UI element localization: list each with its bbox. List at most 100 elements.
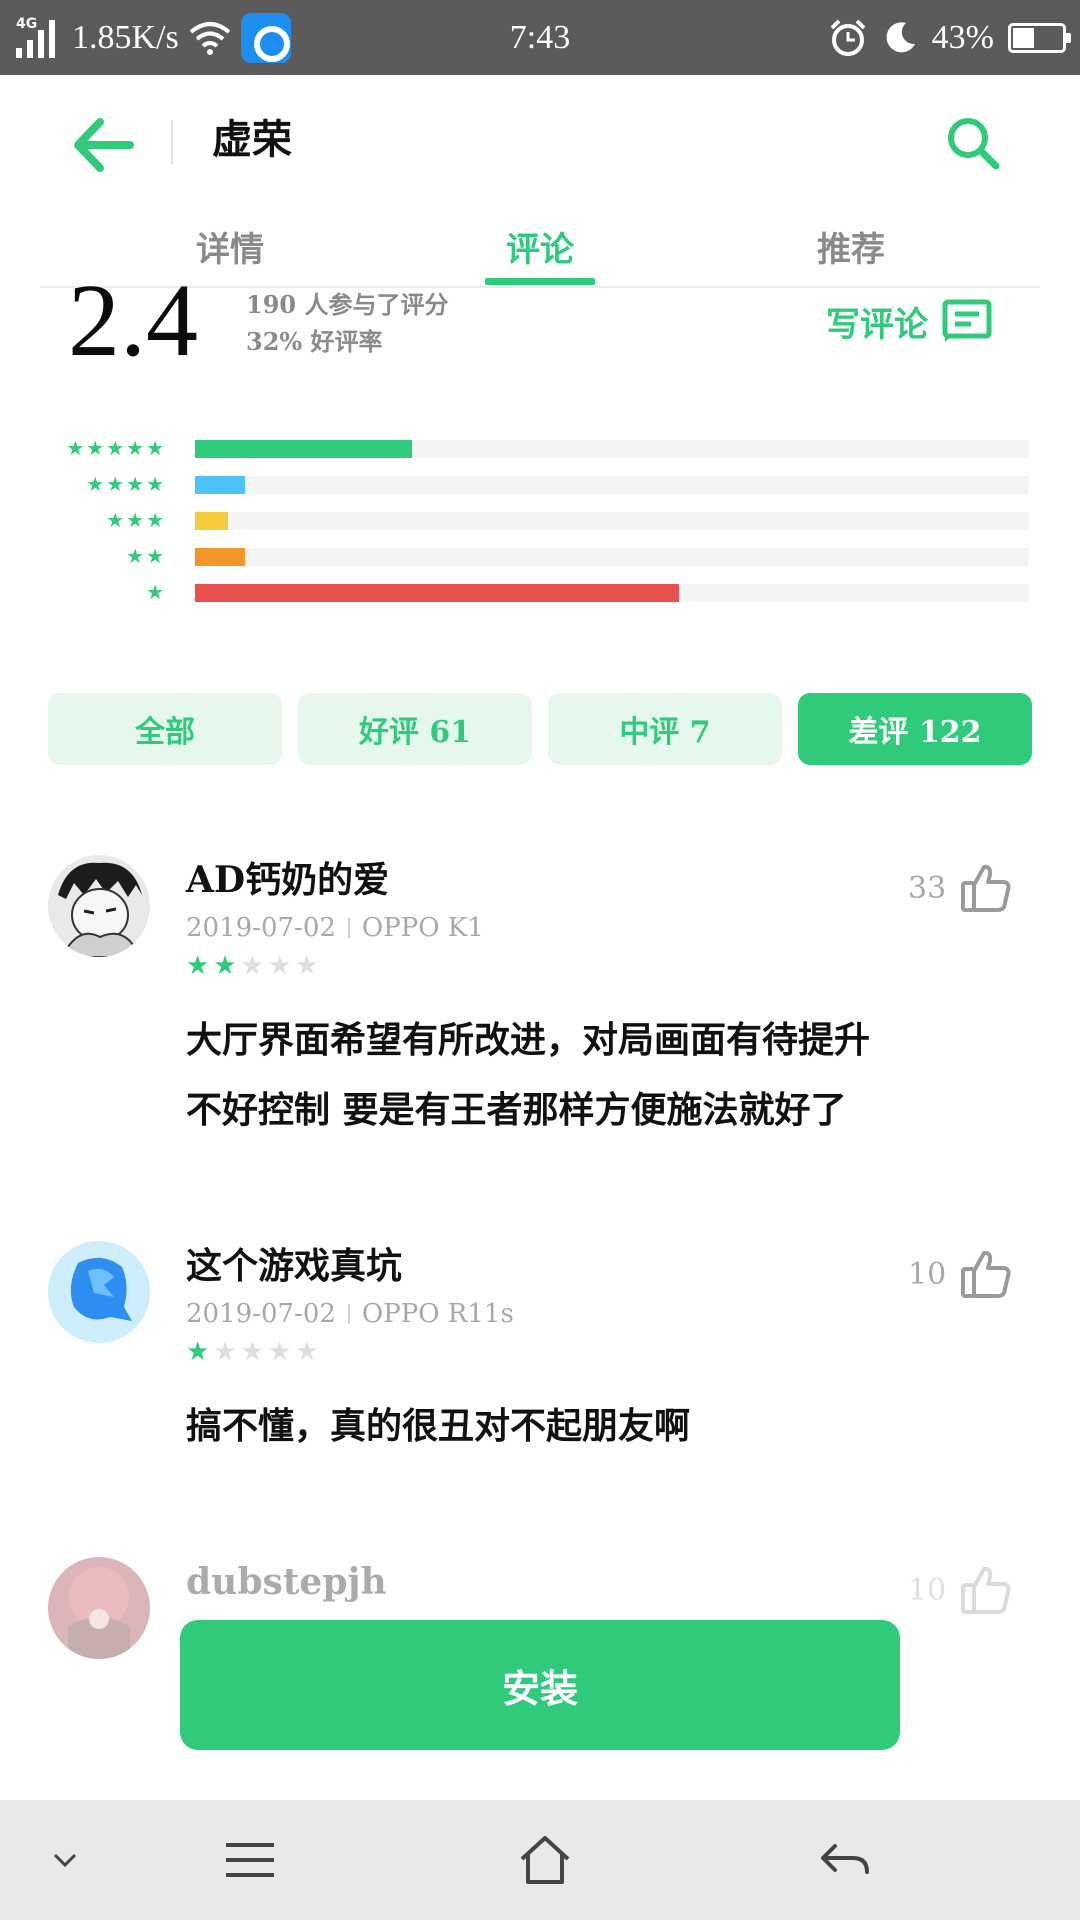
star-empty-icon: ★ [295,1337,323,1367]
star-empty-icon: ★ [240,951,268,981]
review-stars: ★★★★★ [186,1337,323,1367]
review-text-line: 搞不懂，真的很丑对不起朋友啊 [186,1405,691,1447]
distribution-row-4-star: ★★★★ [0,472,1080,498]
star-filled-icon: ★ [186,1337,214,1367]
filter-positive[interactable]: 好评 61 [298,693,532,765]
star-icons: ★★★★★ [66,436,166,460]
star-icons: ★★★ [106,508,166,532]
star-empty-icon: ★ [267,951,296,981]
like-button[interactable]: 10 [908,1249,1012,1299]
review-text-line: 不好控制 要是有王者那样方便施法就好了 [186,1089,847,1131]
nav-home-button[interactable] [500,1800,590,1920]
reviewer-name: dubstepjh [186,1561,387,1603]
star-empty-icon: ★ [267,1337,296,1367]
star-filled-icon: ★ [213,951,241,981]
rating-score: 2.4 [68,263,198,378]
thumbs-up-icon [961,1566,1011,1614]
distribution-bar [195,512,228,530]
filter-negative[interactable]: 差评 122 [798,693,1032,765]
header-divider [171,120,173,164]
thumbs-up-icon [961,864,1011,912]
distribution-bar [195,548,245,566]
rating-participants: 190 人参与了评分 [246,290,449,319]
review-text-line: 大厅界面希望有所改进，对局画面有待提升 [186,1019,871,1061]
page-title: 虚荣 [212,116,292,163]
battery-level [1013,28,1034,48]
nav-menu-button[interactable] [210,1800,290,1920]
install-button[interactable]: 安装 [180,1620,900,1750]
like-button[interactable]: 10 [908,1565,1012,1615]
back-icon [821,1844,869,1874]
tab-recommend[interactable]: 推荐 [781,205,921,287]
review-meta: 2019-07-02 OPPO K1 [186,913,484,943]
rating-positive-rate: 32% 好评率 [246,327,383,356]
back-button[interactable] [70,112,140,178]
review-meta: 2019-07-02 OPPO R11s [186,1299,514,1329]
star-empty-icon: ★ [295,951,323,981]
chip-label: 中评 7 [619,715,711,750]
reviewer-name: AD钙奶的爱 [186,859,390,901]
avatar[interactable] [48,1557,150,1659]
chevron-down-icon [53,1853,77,1868]
search-icon[interactable] [945,115,1001,171]
distribution-row-1-star: ★ [0,580,1080,606]
review-device: OPPO R11s [361,1299,514,1329]
tab-label: 评论 [506,229,574,270]
tab-label: 推荐 [817,229,885,270]
distribution-row-3-star: ★★★ [0,508,1080,534]
review-device: OPPO K1 [361,913,484,943]
meta-separator [347,918,350,938]
chip-label: 差评 122 [848,715,982,750]
like-count: 10 [908,1572,947,1608]
write-review-button[interactable]: 写评论 [826,296,992,346]
star-empty-icon: ★ [213,1337,241,1367]
distribution-track [195,476,1029,494]
meta-separator [347,1304,350,1324]
filter-all[interactable]: 全部 [48,693,282,765]
tab-reviews[interactable]: 评论 [470,205,610,287]
review-stars: ★★★★★ [186,951,323,981]
comment-icon [942,299,992,342]
tab-indicator [485,278,595,285]
distribution-bar [195,440,412,458]
tab-label: 详情 [196,229,264,270]
nav-collapse-button[interactable] [30,1800,100,1920]
star-empty-icon: ★ [240,1337,268,1367]
chip-label: 全部 [135,715,195,750]
star-icons: ★★★★ [86,472,166,496]
review-item: AD钙奶的爱 2019-07-02 OPPO K1 ★★★★★ 33 大厅界面希… [0,855,1080,1155]
avatar[interactable] [48,1241,150,1343]
distribution-track [195,548,1029,566]
like-count: 10 [908,1256,947,1292]
write-review-label: 写评论 [826,304,928,345]
home-icon [520,1836,570,1884]
distribution-track [195,584,1029,602]
star-icons: ★ [146,580,166,604]
status-bar-right: 43% [828,14,1071,62]
battery-icon [1008,23,1071,53]
alarm-icon [830,19,866,56]
like-button[interactable]: 33 [908,863,1012,913]
system-nav-bar [0,1800,1080,1920]
distribution-row-5-star: ★★★★★ [0,436,1080,462]
app-header: 虚荣 [0,75,1080,205]
thumbs-up-icon [961,1250,1011,1298]
distribution-bar [195,476,245,494]
review-date: 2019-07-02 [186,913,336,943]
review-item: 这个游戏真坑 2019-07-02 OPPO R11s ★★★★★ 10 搞不懂… [0,1241,1080,1461]
install-label: 安装 [501,1665,578,1711]
reviewer-name: 这个游戏真坑 [186,1245,403,1287]
review-date: 2019-07-02 [186,1299,336,1329]
moon-icon [886,22,915,53]
status-bar: 4G 1.85K/s 7:43 43% [0,0,1080,75]
menu-icon [226,1843,274,1877]
battery-percent: 43% [931,19,994,56]
distribution-track [195,512,1029,530]
star-filled-icon: ★ [186,951,214,981]
nav-back-button[interactable] [800,1800,890,1920]
distribution-track [195,440,1029,458]
star-icons: ★★ [126,544,166,568]
avatar[interactable] [48,855,150,957]
filter-neutral[interactable]: 中评 7 [548,693,782,765]
distribution-row-2-star: ★★ [0,544,1080,570]
